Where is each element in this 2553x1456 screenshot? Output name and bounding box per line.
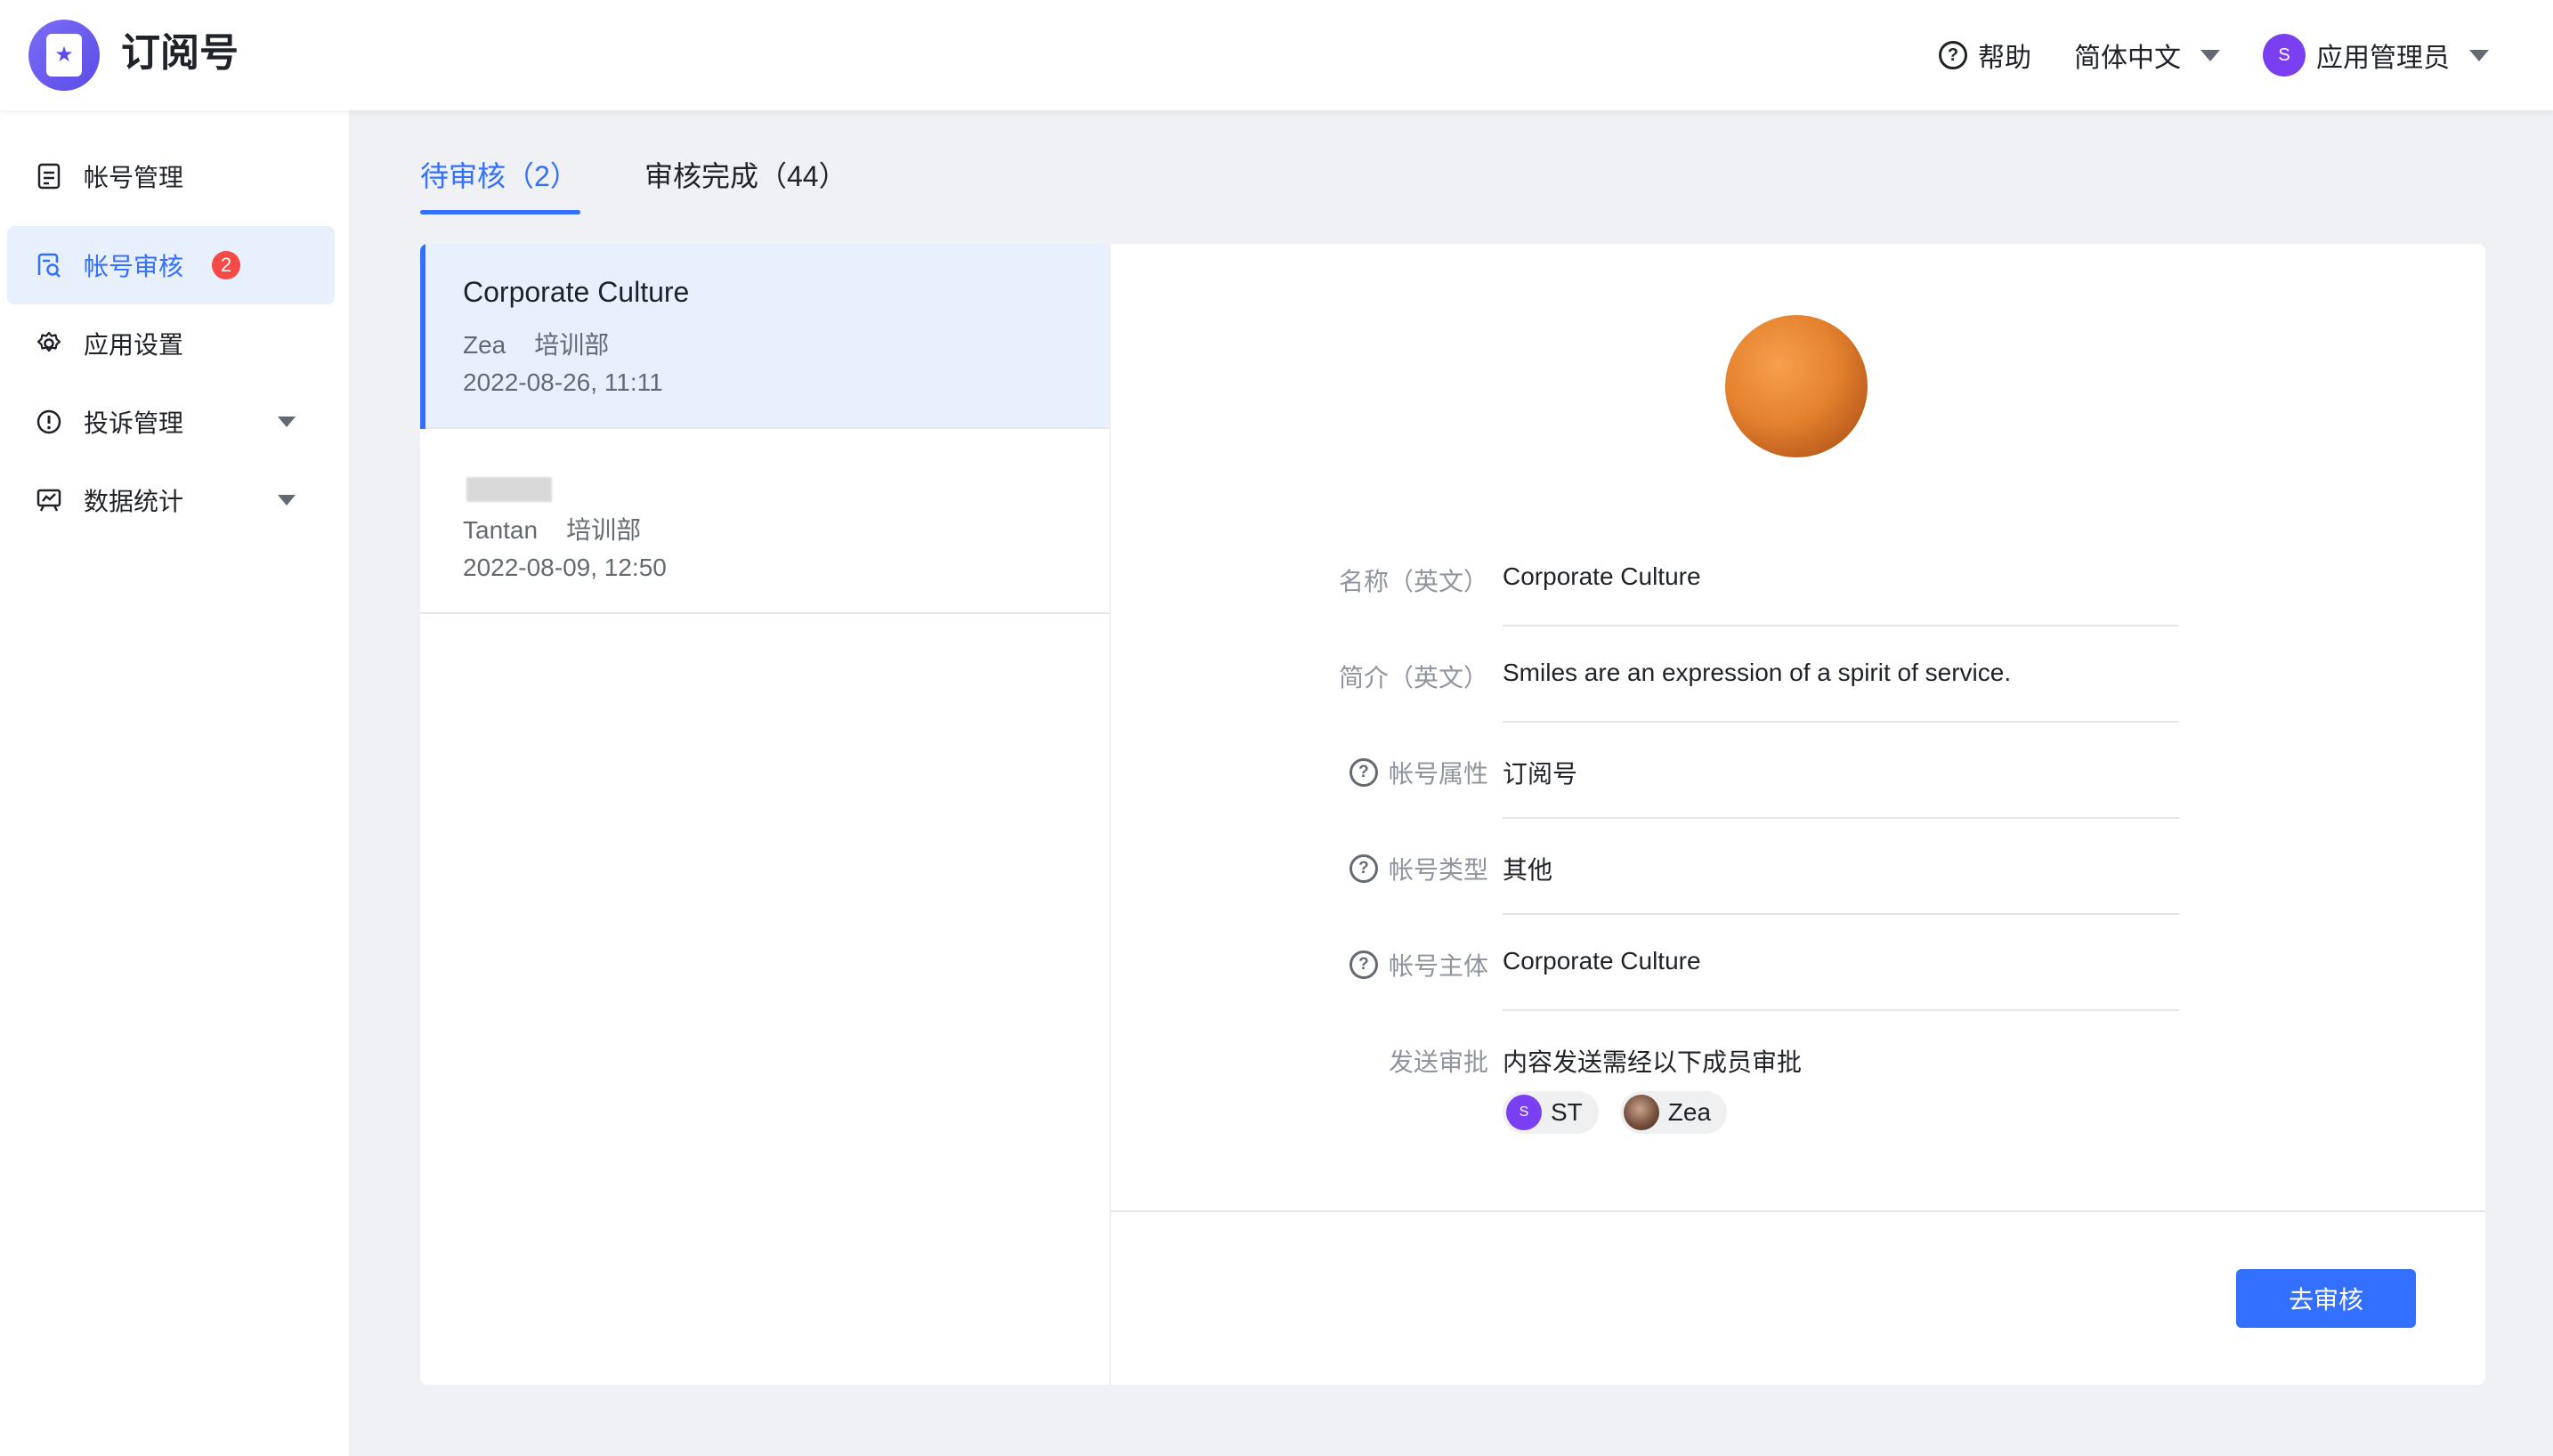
list-item-author: Tantan [463,516,539,544]
field-account-attribute: ? 帐号属性 订阅号 [1111,723,2485,819]
app-logo: ★ [28,20,100,91]
chart-board-icon [36,487,62,514]
divider [1111,1210,2485,1212]
help-button[interactable]: ? 帮助 [1939,36,2031,75]
list-item-date: 2022-08-09, 12:50 [463,554,667,581]
avatar: S [2263,34,2306,77]
sidebar-item-data-statistics[interactable]: 数据统计 [7,461,335,539]
field-label: ? 帐号主体 [1349,947,1488,983]
language-selector[interactable]: 简体中文 [2074,36,2220,75]
review-list: Corporate Culture Zea 培训部 2022-08-26, 11:… [420,244,1109,1385]
avatar: S [1506,1095,1542,1130]
field-label: 简介（英文） [1338,664,1488,692]
approver-chip[interactable]: Zea [1619,1091,1728,1134]
user-menu[interactable]: S 应用管理员 [2263,34,2489,77]
field-label: 名称（英文） [1338,568,1488,595]
star-document-icon: ★ [46,34,82,77]
field-label: ? 帐号类型 [1349,851,1488,886]
sidebar: 帐号管理 帐号审核 2 应用设置 投诉管理 数据统计 [0,110,349,1456]
field-value: Smiles are an expression of a spirit of … [1503,659,2012,686]
top-header: ★ 订阅号 ? 帮助 简体中文 S 应用管理员 [0,0,2553,110]
go-review-button[interactable]: 去审核 [2236,1269,2416,1328]
field-account-type: ? 帐号类型 其他 [1111,819,2485,915]
approver-chip[interactable]: S ST [1503,1091,1599,1134]
list-item-meta: Zea 培训部 [463,326,609,361]
field-value: Corporate Culture [1503,562,1701,590]
help-circle-icon[interactable]: ? [1349,758,1378,787]
sidebar-item-label: 帐号管理 [84,164,184,191]
chevron-down-icon [278,495,296,506]
help-label: 帮助 [1978,44,2031,73]
sidebar-item-label: 数据统计 [84,488,184,515]
list-item[interactable]: Tantan 培训部 2022-08-09, 12:50 [420,429,1109,614]
field-intro-en: 简介（英文） Smiles are an expression of a spi… [1111,627,2485,723]
field-send-approval: 发送审批 内容发送需经以下成员审批 [1111,1011,2485,1107]
document-icon [36,163,62,190]
list-item-date: 2022-08-26, 11:11 [463,368,663,396]
field-value: 订阅号 [1503,760,1578,788]
user-name: 应用管理员 [2316,44,2450,73]
sidebar-item-label: 应用设置 [84,331,184,359]
help-icon: ? [1939,41,1967,69]
active-tab-indicator [420,210,580,214]
approver-name: Zea [1667,1098,1712,1126]
account-avatar [1725,315,1868,457]
sidebar-item-label: 投诉管理 [84,409,184,437]
sidebar-item-label: 帐号审核 [84,253,184,280]
help-circle-icon[interactable]: ? [1349,854,1378,883]
sidebar-item-account-review[interactable]: 帐号审核 2 [7,226,335,304]
help-circle-icon[interactable]: ? [1349,950,1378,979]
avatar [1623,1095,1659,1130]
list-item-department: 培训部 [566,516,642,544]
field-value: 内容发送需经以下成员审批 [1503,1048,1803,1076]
chevron-down-icon [278,417,296,427]
status-badge: 2 [212,251,241,279]
approver-name: ST [1551,1098,1583,1126]
header-actions: ? 帮助 简体中文 S 应用管理员 [1939,0,2489,110]
review-search-icon [36,252,62,279]
sidebar-item-complaint-management[interactable]: 投诉管理 [7,383,335,461]
tab-review-completed[interactable]: 审核完成（44） [644,155,847,198]
list-item-meta: Tantan 培训部 [463,511,641,546]
detail-panel: 名称（英文） Corporate Culture 简介（英文） Smiles a… [1111,244,2485,1385]
list-item-title: Corporate Culture [463,276,690,308]
alert-circle-icon [36,408,62,435]
field-value: 其他 [1503,856,1553,884]
app-title: 订阅号 [121,31,239,75]
tab-pending-review[interactable]: 待审核（2） [420,155,579,198]
list-item-title-blurred [466,477,552,502]
field-name-en: 名称（英文） Corporate Culture [1111,530,2485,627]
field-label: 发送审批 [1388,1048,1488,1076]
language-label: 简体中文 [2074,44,2181,73]
sidebar-item-app-settings[interactable]: 应用设置 [7,304,335,383]
list-item[interactable]: Corporate Culture Zea 培训部 2022-08-26, 11:… [420,244,1109,429]
chevron-down-icon [2200,49,2220,61]
list-item-department: 培训部 [534,331,610,359]
chevron-down-icon [2469,49,2489,61]
sidebar-item-account-management[interactable]: 帐号管理 [7,137,335,215]
gear-icon [36,330,62,357]
list-item-author: Zea [463,331,507,359]
field-label: ? 帐号属性 [1349,755,1488,790]
field-value: Corporate Culture [1503,947,1701,975]
approver-list: S ST Zea [1503,1091,1728,1134]
field-account-owner: ? 帐号主体 Corporate Culture [1111,915,2485,1011]
